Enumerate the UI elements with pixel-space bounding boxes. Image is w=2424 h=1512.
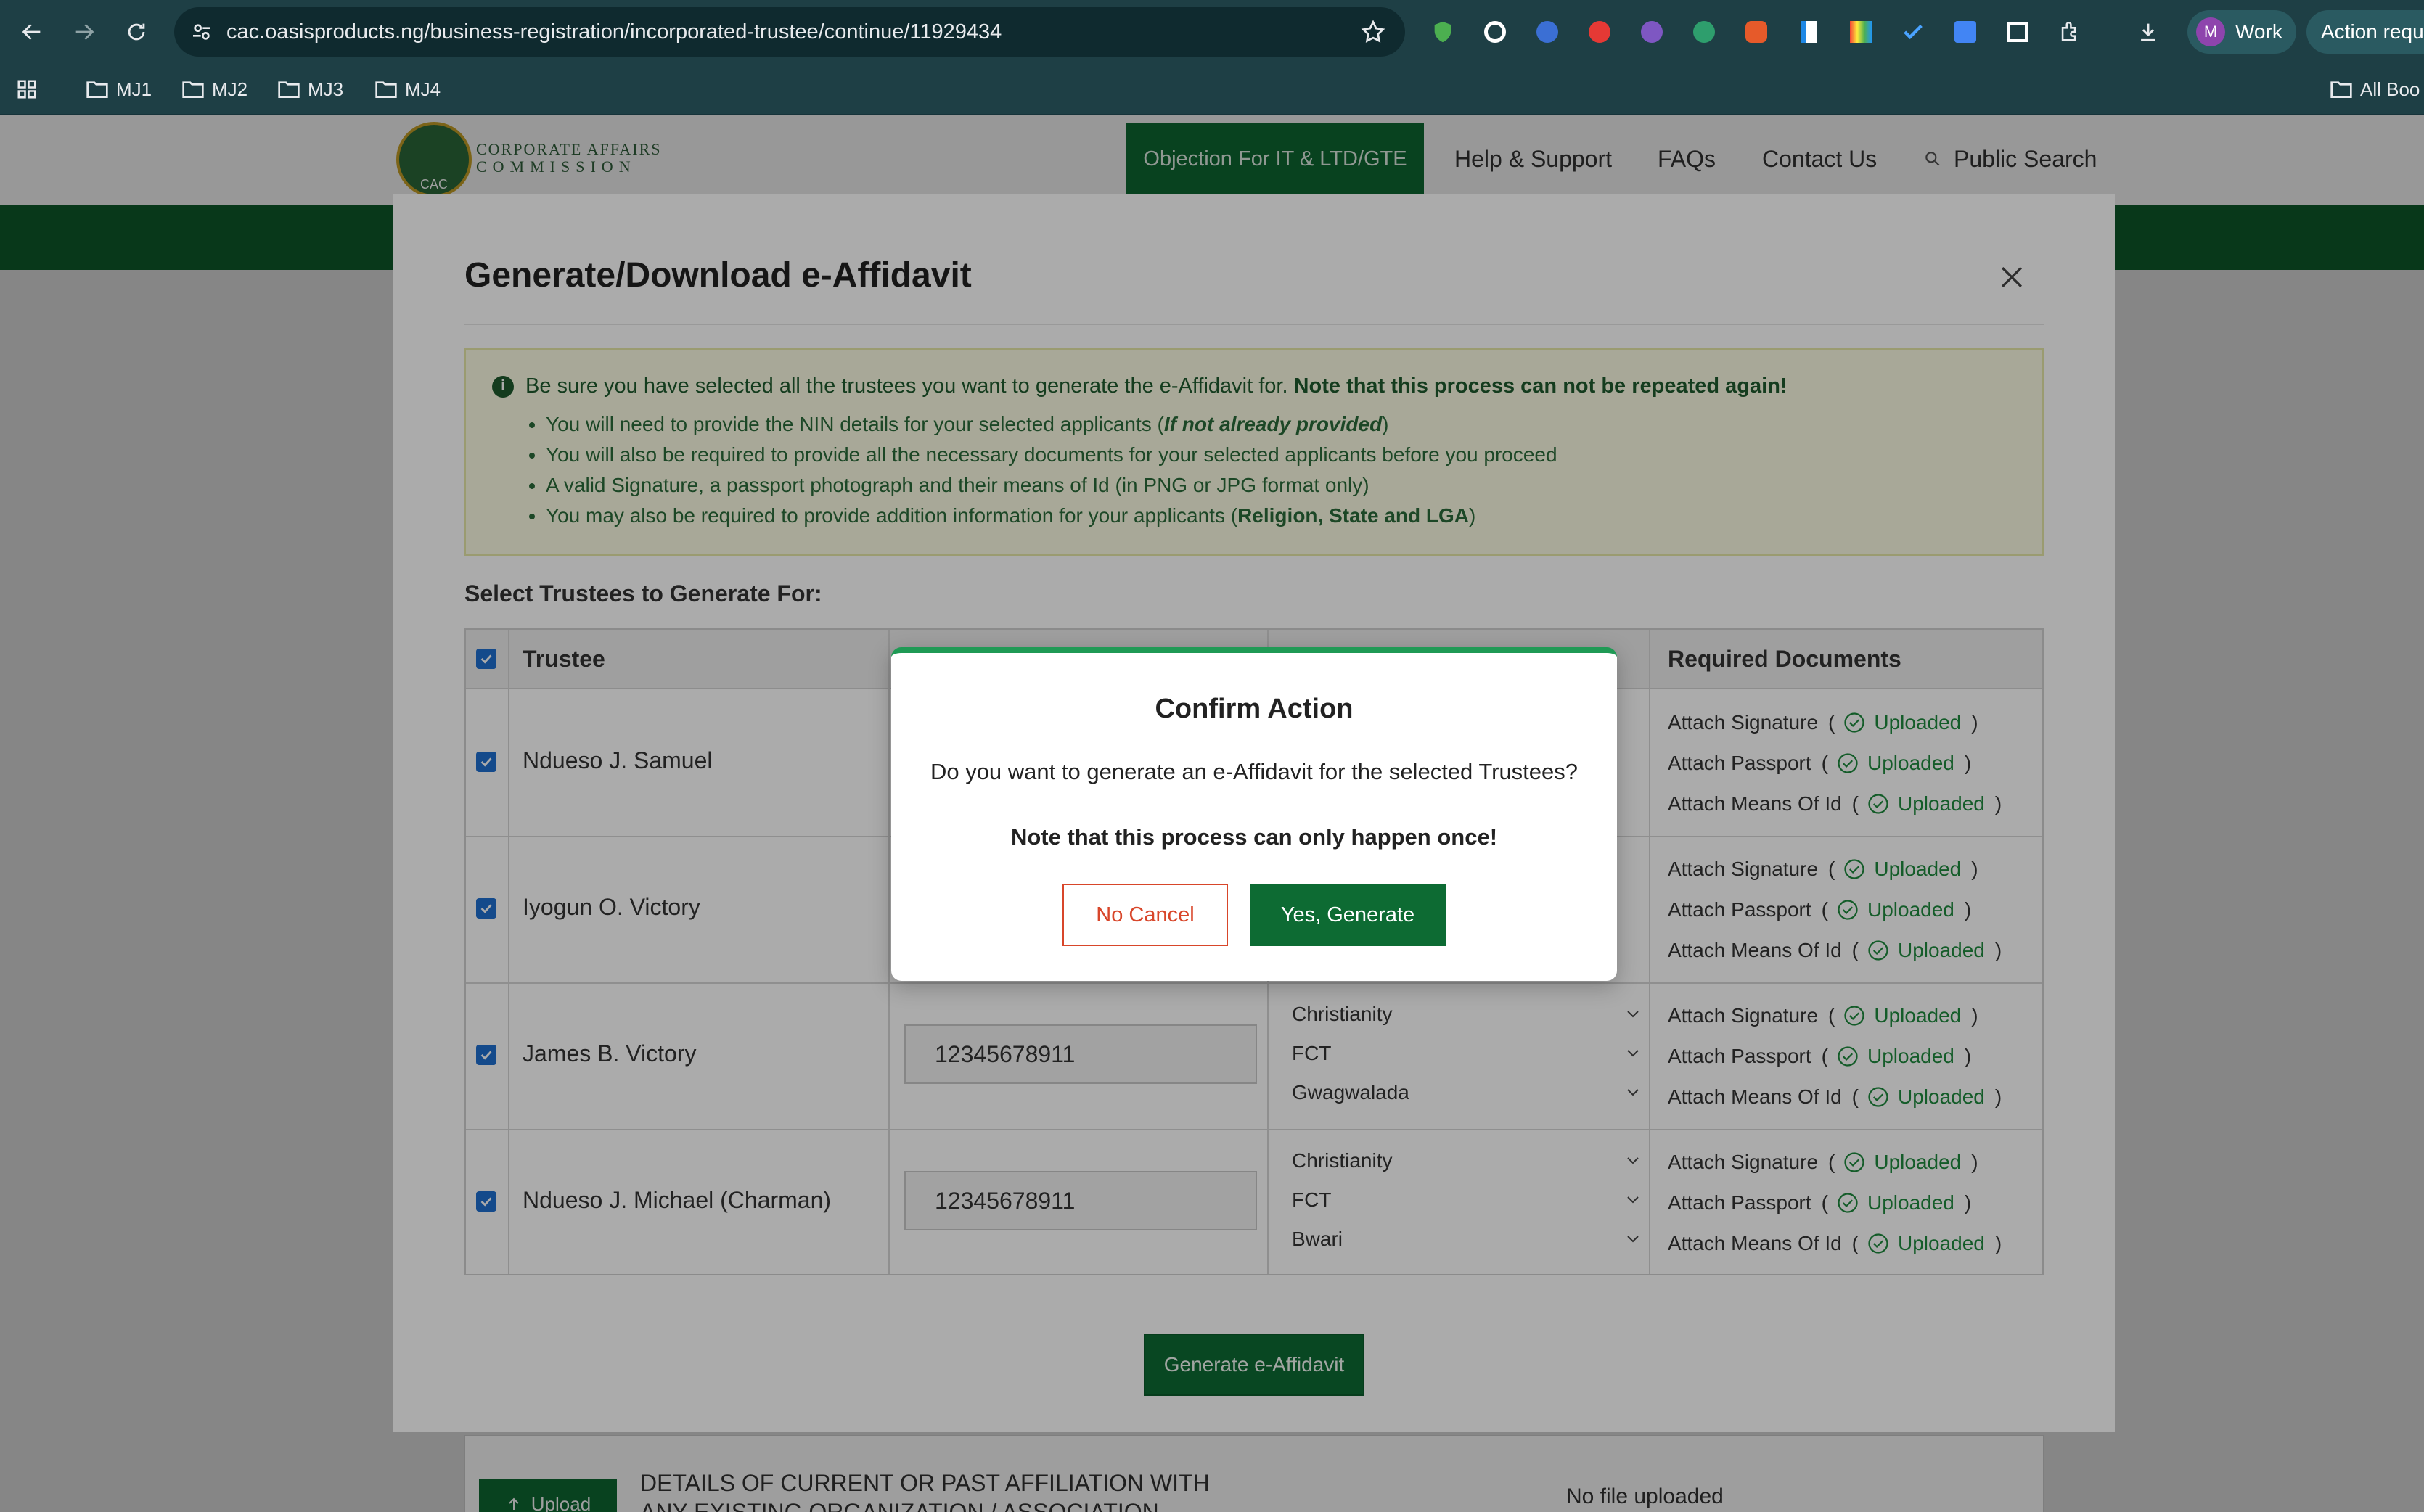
bookmark-folder-mj4[interactable]: MJ4 xyxy=(374,77,441,102)
site-info-icon[interactable] xyxy=(187,17,216,46)
doc-extension-icon[interactable] xyxy=(1794,17,1823,46)
reload-icon xyxy=(128,23,145,41)
address-bar[interactable]: cac.oasisproducts.ng/business-registrati… xyxy=(174,7,1405,57)
confirm-dialog: Confirm Action Do you want to generate a… xyxy=(891,647,1617,981)
purple-extension-icon[interactable] xyxy=(1637,17,1666,46)
qr-extension-icon[interactable] xyxy=(2003,17,2032,46)
folder-icon xyxy=(375,81,397,98)
arrow-right-icon xyxy=(75,24,94,40)
translate-extension-icon[interactable] xyxy=(1951,17,1980,46)
ring-extension-icon[interactable] xyxy=(1481,17,1510,46)
folder-icon xyxy=(2330,81,2352,98)
action-required-chip[interactable]: Action requ xyxy=(2306,10,2424,54)
ball-extension-icon[interactable] xyxy=(1533,17,1562,46)
red-extension-icon[interactable] xyxy=(1585,17,1614,46)
apps-grid-icon[interactable] xyxy=(16,77,45,102)
bookmark-star-icon[interactable] xyxy=(1360,19,1386,45)
puzzle-extensions-icon[interactable] xyxy=(2055,17,2084,46)
all-bookmarks-folder[interactable]: All Boo xyxy=(2330,77,2420,102)
confirm-note: Note that this process can only happen o… xyxy=(1010,824,1498,850)
folder-icon xyxy=(86,81,108,98)
bookmarks-bar: MJ1 MJ2 MJ3 MJ4 All Boo xyxy=(0,64,2424,115)
back-button[interactable] xyxy=(13,13,51,51)
cancel-button[interactable]: No Cancel xyxy=(1062,884,1228,946)
color-extension-icon[interactable] xyxy=(1846,17,1875,46)
url-text: cac.oasisproducts.ng/business-registrati… xyxy=(226,20,1002,44)
bookmark-folder-mj3[interactable]: MJ3 xyxy=(277,77,343,102)
download-icon[interactable] xyxy=(2134,17,2163,46)
arrow-left-icon xyxy=(22,24,41,40)
confirm-question: Do you want to generate an e-Affidavit f… xyxy=(930,759,1579,784)
avatar: M xyxy=(2196,17,2225,46)
yes-generate-button[interactable]: Yes, Generate xyxy=(1250,884,1446,946)
forward-button[interactable] xyxy=(65,13,103,51)
bookmark-folder-mj1[interactable]: MJ1 xyxy=(86,77,152,102)
folder-icon xyxy=(182,81,204,98)
chess-extension-icon[interactable] xyxy=(1742,17,1771,46)
ai-extension-icon[interactable] xyxy=(1690,17,1719,46)
shield-extension-icon[interactable] xyxy=(1428,17,1457,46)
profile-label: Work xyxy=(2235,20,2282,43)
web-page: CAC CORPORATE AFFAIRS COMMISSION Objecti… xyxy=(0,115,2424,1512)
bookmark-folder-mj2[interactable]: MJ2 xyxy=(181,77,247,102)
confirm-title: Confirm Action xyxy=(1155,694,1354,724)
reload-button[interactable] xyxy=(118,13,155,51)
folder-icon xyxy=(278,81,300,98)
profile-button[interactable]: M Work xyxy=(2187,10,2296,54)
check-extension-icon[interactable] xyxy=(1899,17,1928,46)
browser-toolbar: cac.oasisproducts.ng/business-registrati… xyxy=(0,0,2424,64)
